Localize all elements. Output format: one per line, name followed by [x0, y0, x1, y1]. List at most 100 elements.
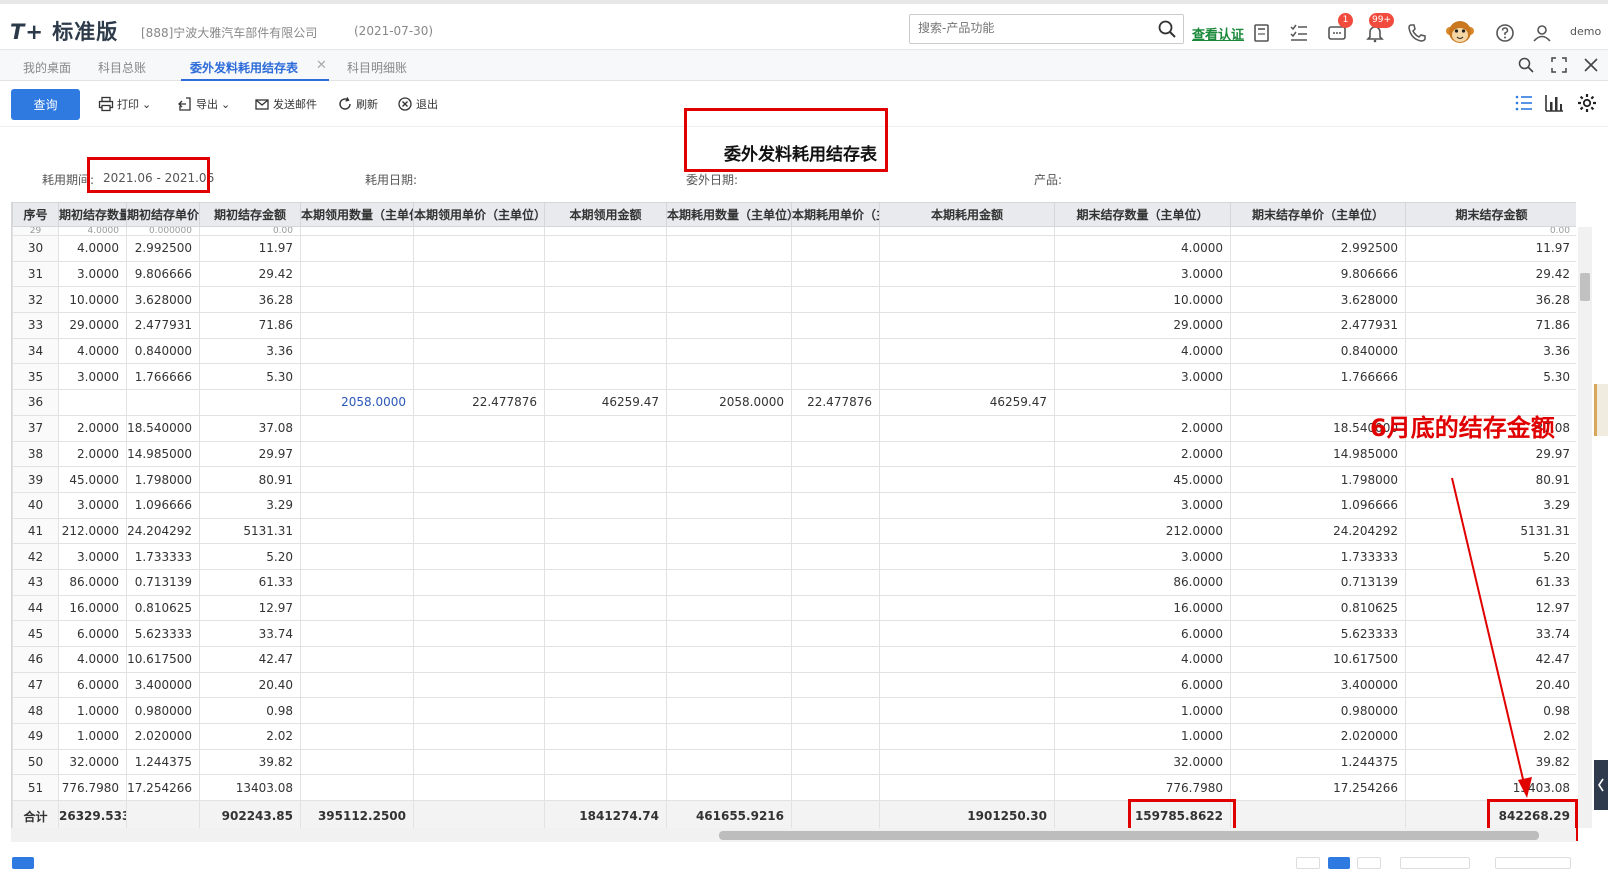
table-cell: 32.0000 [1054, 748, 1231, 776]
search-icon[interactable] [1157, 19, 1177, 39]
report-grid: 序号 期初结存数量（主单位） 期初结存单价（主单位） 期初结存金额 本期领用数量… [11, 202, 1576, 828]
total-cell [126, 800, 200, 828]
page-jump-input[interactable] [1495, 857, 1571, 869]
row-number: 41 [12, 517, 59, 545]
search-input[interactable] [918, 21, 1148, 35]
table-row[interactable]: 41 212.0000 24.204292 5131.31 212.0000 24.204… [12, 517, 1576, 545]
table-cell [791, 568, 880, 596]
total-cell: 461655.9216 [666, 800, 792, 828]
table-cell: 1.0000 [58, 723, 127, 750]
column-header[interactable]: 期末结存数量（主单位） [1054, 202, 1231, 227]
column-header[interactable]: 期末结存单价（主单位） [1230, 202, 1406, 227]
list-view-icon[interactable] [1513, 92, 1535, 114]
product-logo[interactable]: T+ 标准版 [10, 16, 118, 46]
table-row[interactable]: 46 4.0000 10.617500 42.47 4.0000 10.617500 42.… [12, 646, 1576, 673]
table-row[interactable]: 35 3.0000 1.766666 5.30 3.0000 1.766666 5.30 [12, 363, 1576, 391]
close-tab-icon[interactable]: ✕ [316, 58, 327, 73]
chart-view-icon[interactable] [1543, 92, 1565, 114]
table-cell [544, 620, 667, 647]
table-cell [879, 568, 1055, 596]
page-next-button[interactable] [1357, 857, 1381, 869]
table-row[interactable]: 33 29.0000 2.477931 71.86 29.0000 2.477931 71.… [12, 312, 1576, 339]
print-button[interactable]: 打印 ⌄ [98, 96, 151, 112]
horizontal-scrollbar[interactable] [11, 828, 1576, 842]
search-box[interactable] [909, 14, 1184, 44]
fullscreen-icon[interactable] [1550, 56, 1568, 74]
table-row[interactable]: 49 1.0000 2.020000 2.02 1.0000 2.020000 2.02 [12, 723, 1576, 750]
table-row[interactable]: 29 4.0000 0.000000 0.00 0.00 [12, 226, 1576, 236]
footer-button[interactable] [12, 857, 34, 869]
table-row[interactable]: 30 4.0000 2.992500 11.97 4.0000 2.992500 11.97 [12, 235, 1576, 262]
monkey-mascot-icon[interactable] [1445, 17, 1475, 47]
search-icon[interactable] [1517, 56, 1535, 74]
table-row[interactable]: 51 776.7980 17.254266 13403.08 776.7980 17.25… [12, 774, 1576, 802]
table-cell [791, 594, 880, 622]
table-cell: 1.766666 [1230, 363, 1406, 391]
table-row[interactable]: 37 2.0000 18.540000 37.08 2.0000 18.540000 37.… [12, 414, 1576, 442]
tab-general-ledger[interactable]: 科目总账 [98, 59, 146, 76]
column-header[interactable]: 本期耗用数量（主单位） [666, 202, 792, 227]
side-panel-handle[interactable] [1594, 384, 1608, 436]
table-row[interactable]: 40 3.0000 1.096666 3.29 3.0000 1.096666 3.29 [12, 491, 1576, 519]
table-cell: 45.0000 [58, 466, 127, 493]
exit-button[interactable]: 退出 [397, 96, 438, 112]
column-header[interactable]: 期初结存单价（主单位） [126, 202, 200, 227]
table-row[interactable]: 36 2058.0000 22.477876 46259.47 2058.0000 22.… [12, 389, 1576, 416]
column-header[interactable]: 本期领用金额 [544, 202, 667, 227]
table-cell [413, 363, 545, 391]
table-cell [791, 774, 880, 802]
message-badge: 1 [1338, 13, 1353, 28]
table-row[interactable]: 34 4.0000 0.840000 3.36 4.0000 0.840000 3.36 [12, 337, 1576, 365]
table-row[interactable]: 44 16.0000 0.810625 12.97 16.0000 0.810625 12.… [12, 594, 1576, 622]
view-certification-link[interactable]: 查看认证 [1192, 24, 1244, 43]
table-cell: 2.0000 [58, 414, 127, 442]
settings-gear-icon[interactable] [1576, 92, 1598, 114]
page-size-select[interactable] [1400, 857, 1470, 869]
table-cell [300, 543, 414, 570]
tab-outsourced-material-report[interactable]: 委外发料耗用结存表 [190, 59, 298, 76]
task-list-icon[interactable] [1288, 22, 1310, 44]
table-row[interactable]: 32 10.0000 3.628000 36.28 10.0000 3.628000 36.… [12, 286, 1576, 314]
collapse-panel-button[interactable] [1594, 760, 1608, 810]
horizontal-scroll-thumb[interactable] [719, 831, 1539, 840]
column-header[interactable]: 期初结存数量（主单位） [58, 202, 127, 227]
table-cell: 29.42 [1405, 260, 1576, 288]
table-row[interactable]: 43 86.0000 0.713139 61.33 86.0000 0.713139 61.… [12, 568, 1576, 596]
tab-account-detail[interactable]: 科目明细账 [347, 59, 407, 76]
column-header[interactable]: 本期领用数量（主单位） [300, 202, 414, 227]
table-cell: 3.0000 [1054, 543, 1231, 570]
calculator-icon[interactable] [1251, 22, 1273, 44]
vertical-scrollbar[interactable] [1578, 227, 1592, 828]
table-row[interactable]: 38 2.0000 14.985000 29.97 2.0000 14.985000 29.… [12, 440, 1576, 468]
table-cell: 46259.47 [544, 389, 667, 416]
query-button[interactable]: 查询 [11, 89, 80, 120]
close-icon[interactable] [1582, 56, 1600, 74]
phone-icon[interactable] [1406, 22, 1428, 44]
tab-my-desktop[interactable]: 我的桌面 [23, 59, 71, 76]
column-header[interactable]: 期末结存金额 [1405, 202, 1576, 227]
column-header[interactable]: 期初结存金额 [199, 202, 301, 227]
table-row[interactable]: 31 3.0000 9.806666 29.42 3.0000 9.806666 29.42 [12, 260, 1576, 288]
table-cell: 10.0000 [58, 286, 127, 314]
table-row[interactable]: 48 1.0000 0.980000 0.98 1.0000 0.980000 0.98 [12, 697, 1576, 725]
export-button[interactable]: 导出 ⌄ [177, 96, 230, 112]
help-icon[interactable] [1494, 22, 1516, 44]
page-prev-button[interactable] [1296, 857, 1320, 869]
refresh-button[interactable]: 刷新 [337, 96, 378, 112]
table-cell [666, 466, 792, 493]
user-icon[interactable] [1531, 22, 1553, 44]
column-header[interactable]: 本期耗用金额 [879, 202, 1055, 227]
column-header[interactable]: 本期领用单价（主单位） [413, 202, 545, 227]
table-row[interactable]: 45 6.0000 5.623333 33.74 6.0000 5.623333 33.74 [12, 620, 1576, 647]
column-header[interactable]: 本期耗用单价（主单位） [791, 202, 880, 227]
send-mail-button[interactable]: 发送邮件 [254, 96, 317, 112]
table-row[interactable]: 50 32.0000 1.244375 39.82 32.0000 1.244375 39.… [12, 748, 1576, 776]
table-row[interactable]: 39 45.0000 1.798000 80.91 45.0000 1.798000 80.… [12, 466, 1576, 493]
page-current-button[interactable] [1328, 857, 1350, 869]
vertical-scroll-thumb[interactable] [1580, 273, 1590, 301]
table-row[interactable]: 47 6.0000 3.400000 20.40 6.0000 3.400000 20.40 [12, 671, 1576, 699]
username[interactable]: demo [1570, 25, 1601, 38]
table-row[interactable]: 42 3.0000 1.733333 5.20 3.0000 1.733333 5.20 [12, 543, 1576, 570]
table-cell [666, 517, 792, 545]
column-header[interactable]: 序号 [12, 202, 59, 227]
